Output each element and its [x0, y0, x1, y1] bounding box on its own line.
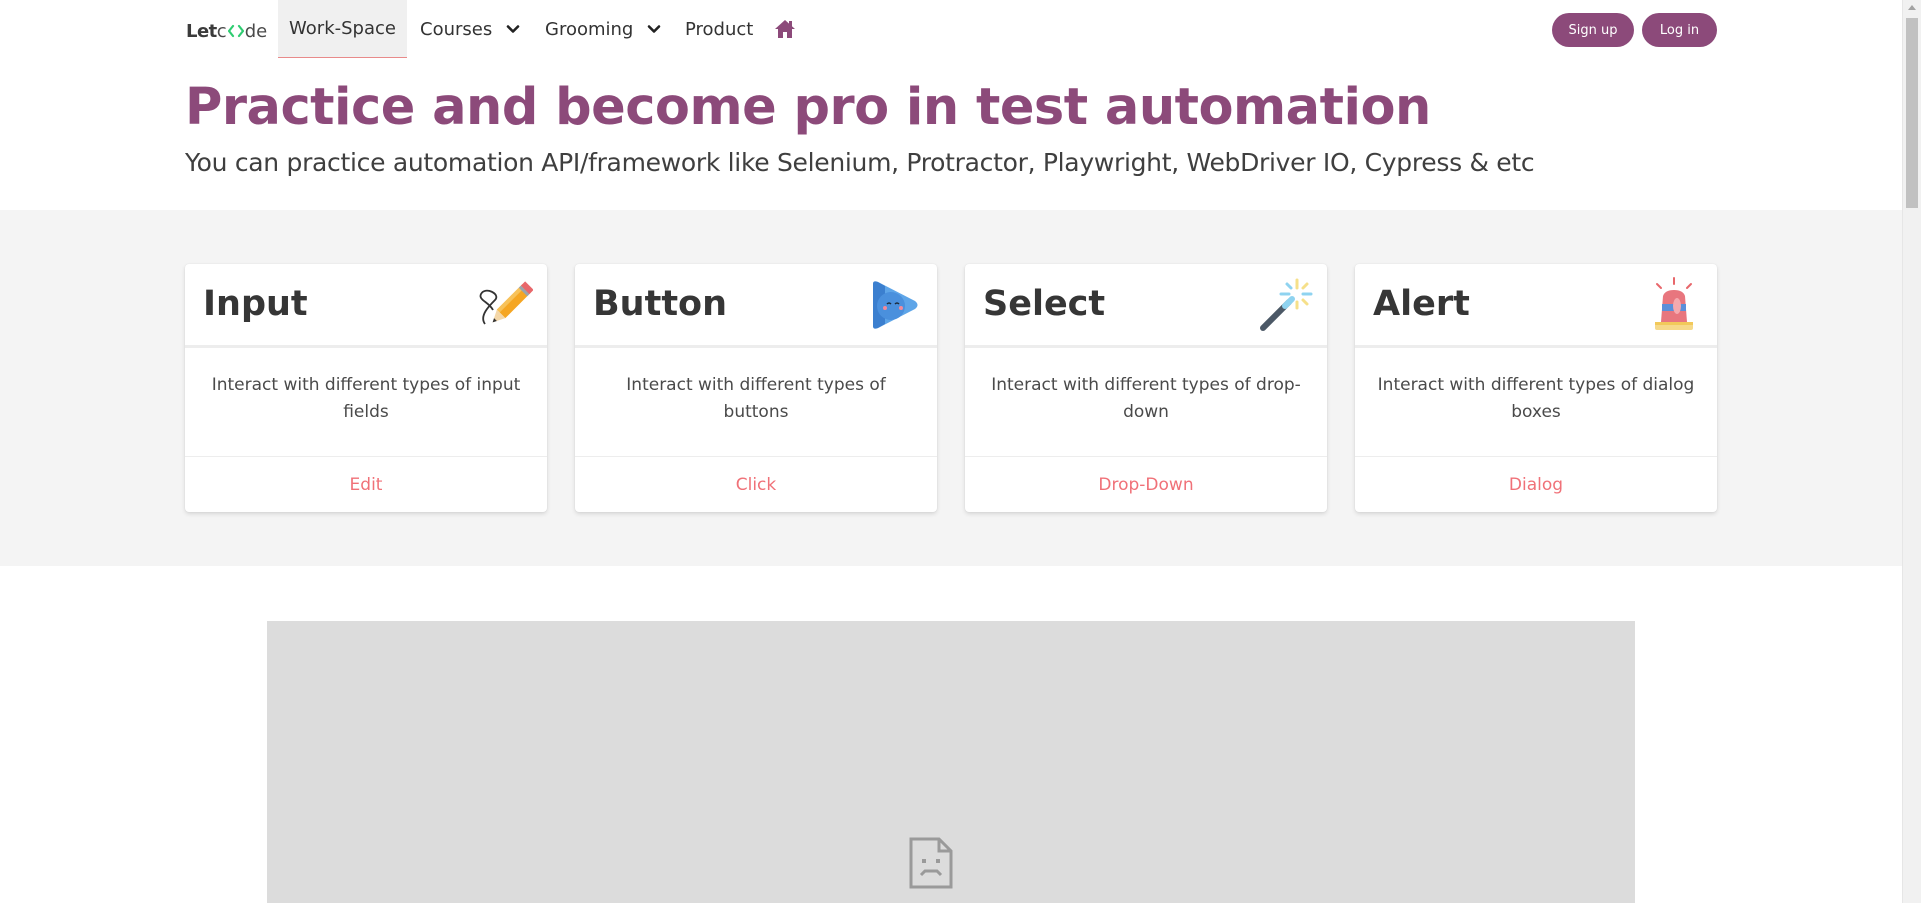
nav-item-courses[interactable]: Courses	[420, 0, 520, 58]
chevron-down-icon	[506, 25, 520, 33]
scroll-up-arrow-icon[interactable]	[1908, 5, 1916, 10]
signup-button[interactable]: Sign up	[1552, 13, 1634, 47]
scrollbar-thumb[interactable]	[1906, 18, 1918, 208]
brand-text-de: de	[244, 20, 268, 42]
card-description: Interact with different types of dialog …	[1377, 375, 1695, 422]
card-description: Interact with different types of buttons	[626, 375, 886, 422]
brand-text-c: c	[216, 20, 227, 42]
nav-item-label: Courses	[420, 18, 493, 40]
card-description: Interact with different types of drop-do…	[991, 375, 1301, 422]
card-header: Button	[575, 264, 937, 348]
vertical-scrollbar[interactable]	[1902, 0, 1921, 903]
page-title: Practice and become pro in test automati…	[185, 78, 1431, 137]
play-button-icon	[873, 281, 918, 329]
card-title: Select	[983, 284, 1106, 324]
magic-wand-icon	[1260, 278, 1313, 331]
card-link-edit[interactable]: Edit	[185, 456, 547, 512]
broken-page-icon	[909, 837, 953, 889]
card-link-dialog[interactable]: Dialog	[1355, 456, 1717, 512]
card-header: Select	[965, 264, 1327, 348]
code-brackets-icon	[227, 24, 244, 38]
card-button: Button Interact with different types of …	[575, 264, 937, 512]
login-button[interactable]: Log in	[1642, 13, 1717, 47]
card-link-dropdown[interactable]: Drop-Down	[965, 456, 1327, 512]
video-embed[interactable]	[267, 621, 1635, 903]
card-description: Interact with different types of input f…	[211, 375, 521, 422]
siren-icon	[1655, 277, 1693, 330]
home-icon[interactable]	[774, 18, 796, 40]
page-subtitle: You can practice automation API/framewor…	[185, 148, 1535, 177]
brand-text-let: Let	[186, 20, 217, 42]
nav-item-product[interactable]: Product	[685, 0, 753, 58]
card-alert: Alert Interact with different types of d…	[1355, 264, 1717, 512]
card-link-click[interactable]: Click	[575, 456, 937, 512]
pencil-icon	[479, 281, 533, 325]
nav-item-label: Work-Space	[289, 18, 396, 39]
nav-item-label: Product	[685, 18, 754, 40]
card-title: Input	[203, 284, 308, 324]
card-input: Input Interact with different types of i…	[185, 264, 547, 512]
nav-item-workspace[interactable]: Work-Space	[278, 0, 407, 58]
card-title: Button	[593, 284, 728, 324]
brand-logo[interactable]: Let c de	[186, 19, 267, 43]
card-select: Select Interact with different types of …	[965, 264, 1327, 512]
card-header: Input	[185, 264, 547, 348]
page: Let c de Work-Space Courses Grooming Pro…	[0, 0, 1921, 903]
card-title: Alert	[1373, 284, 1470, 324]
nav-item-grooming[interactable]: Grooming	[545, 0, 661, 58]
chevron-down-icon	[648, 25, 661, 33]
navbar: Let c de Work-Space Courses Grooming Pro…	[0, 0, 1902, 58]
card-header: Alert	[1355, 264, 1717, 348]
nav-item-label: Grooming	[545, 18, 634, 40]
